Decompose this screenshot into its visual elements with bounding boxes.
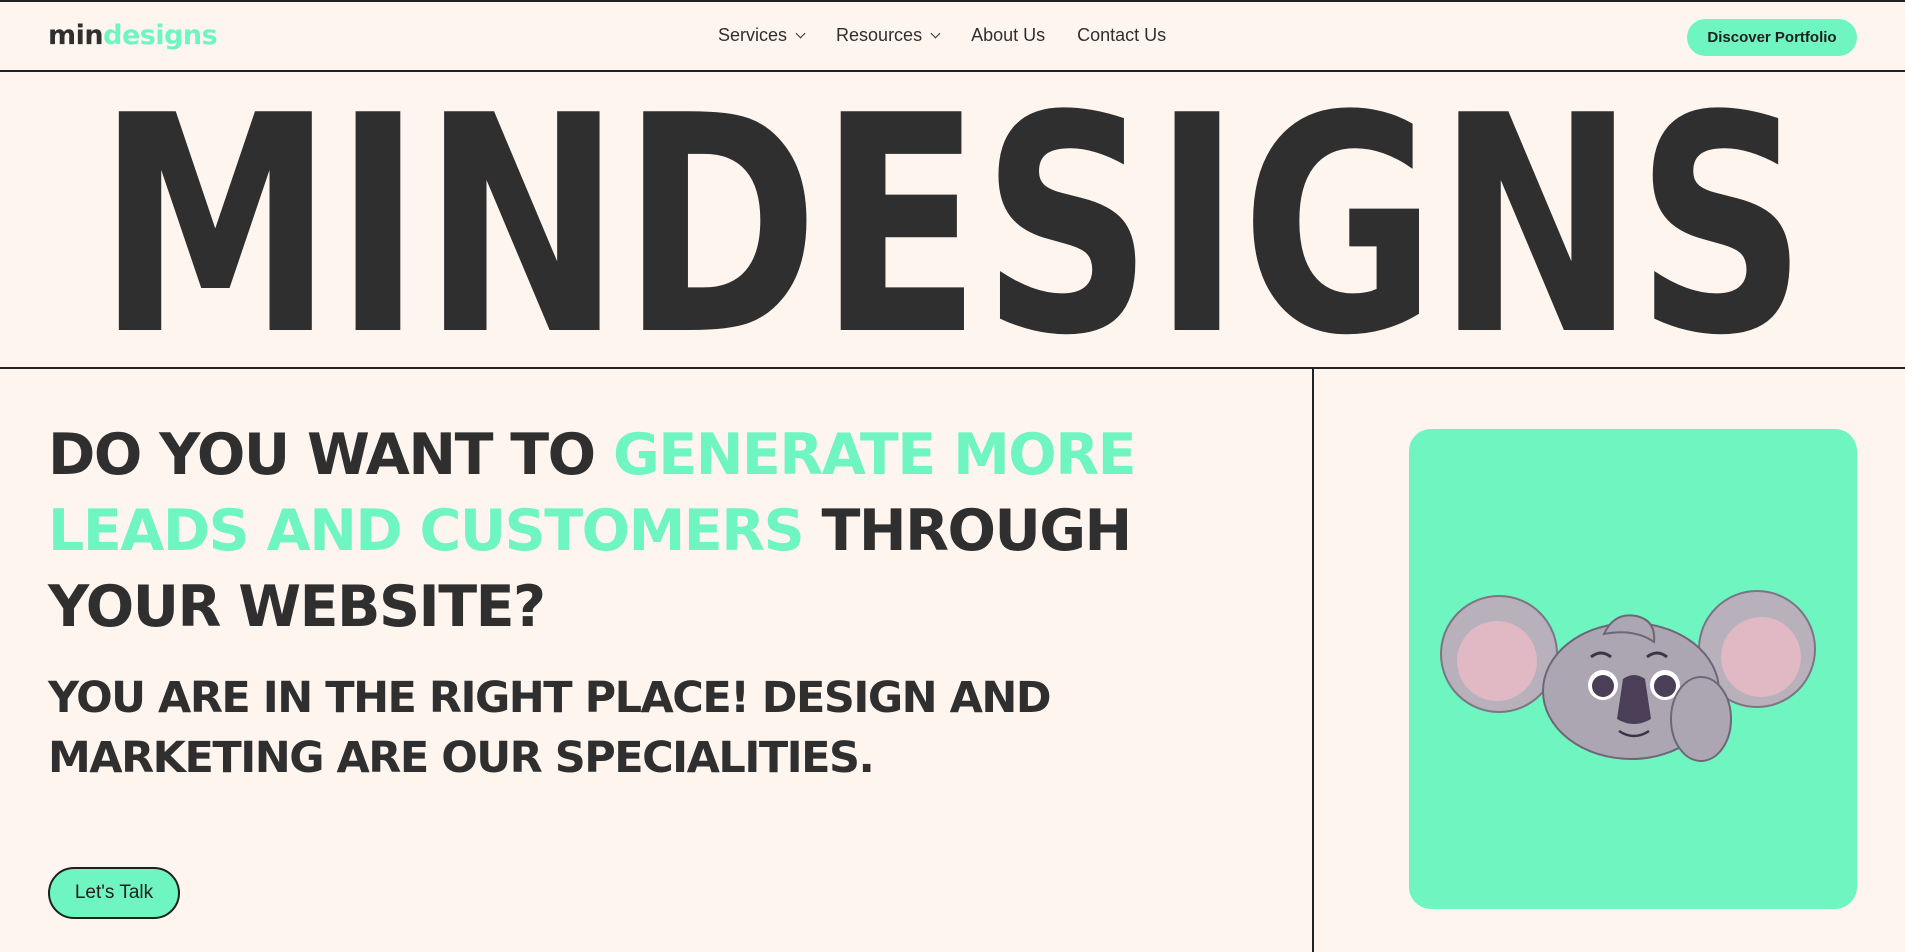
lets-talk-button[interactable]: Let's Talk — [48, 867, 180, 919]
mindesigns-wordmark: MINDESIGNS — [97, 72, 1807, 369]
nav-item-contact-us[interactable]: Contact Us — [1077, 25, 1166, 46]
site-logo[interactable]: mindesigns — [48, 20, 218, 51]
nav-item-about-us[interactable]: About Us — [971, 25, 1045, 46]
nav-item-label: About Us — [971, 25, 1046, 45]
logo-text-dark: min — [48, 20, 104, 51]
chevron-down-icon — [930, 28, 941, 39]
hero-wordmark-band: MINDESIGNS — [0, 72, 1905, 369]
wordmark-text: MINDESIGNS — [97, 72, 1807, 369]
nav-item-services[interactable]: Services — [718, 25, 806, 46]
nav-item-label: Contact Us — [1077, 25, 1167, 45]
illustration-card — [1409, 429, 1857, 909]
main-menu: Services Resources About Us Contact Us — [718, 25, 1166, 46]
sub-headline: You are in the right place! Design and m… — [48, 673, 1052, 783]
nav-item-label: Services — [718, 25, 788, 45]
headline-text: Do you want to — [48, 422, 613, 488]
discover-portfolio-button[interactable]: Discover Portfolio — [1687, 19, 1857, 56]
chevron-down-icon — [795, 28, 806, 39]
vertical-divider — [1312, 369, 1314, 952]
top-navbar: mindesigns Services Resources About Us C… — [0, 0, 1905, 72]
koala-icon — [1440, 590, 1816, 762]
main-headline: Do you want to generate more leads and c… — [48, 417, 1288, 645]
logo-text-accent: designs — [103, 20, 218, 51]
nav-item-label: Resources — [836, 25, 923, 45]
nav-item-resources[interactable]: Resources — [836, 25, 941, 46]
